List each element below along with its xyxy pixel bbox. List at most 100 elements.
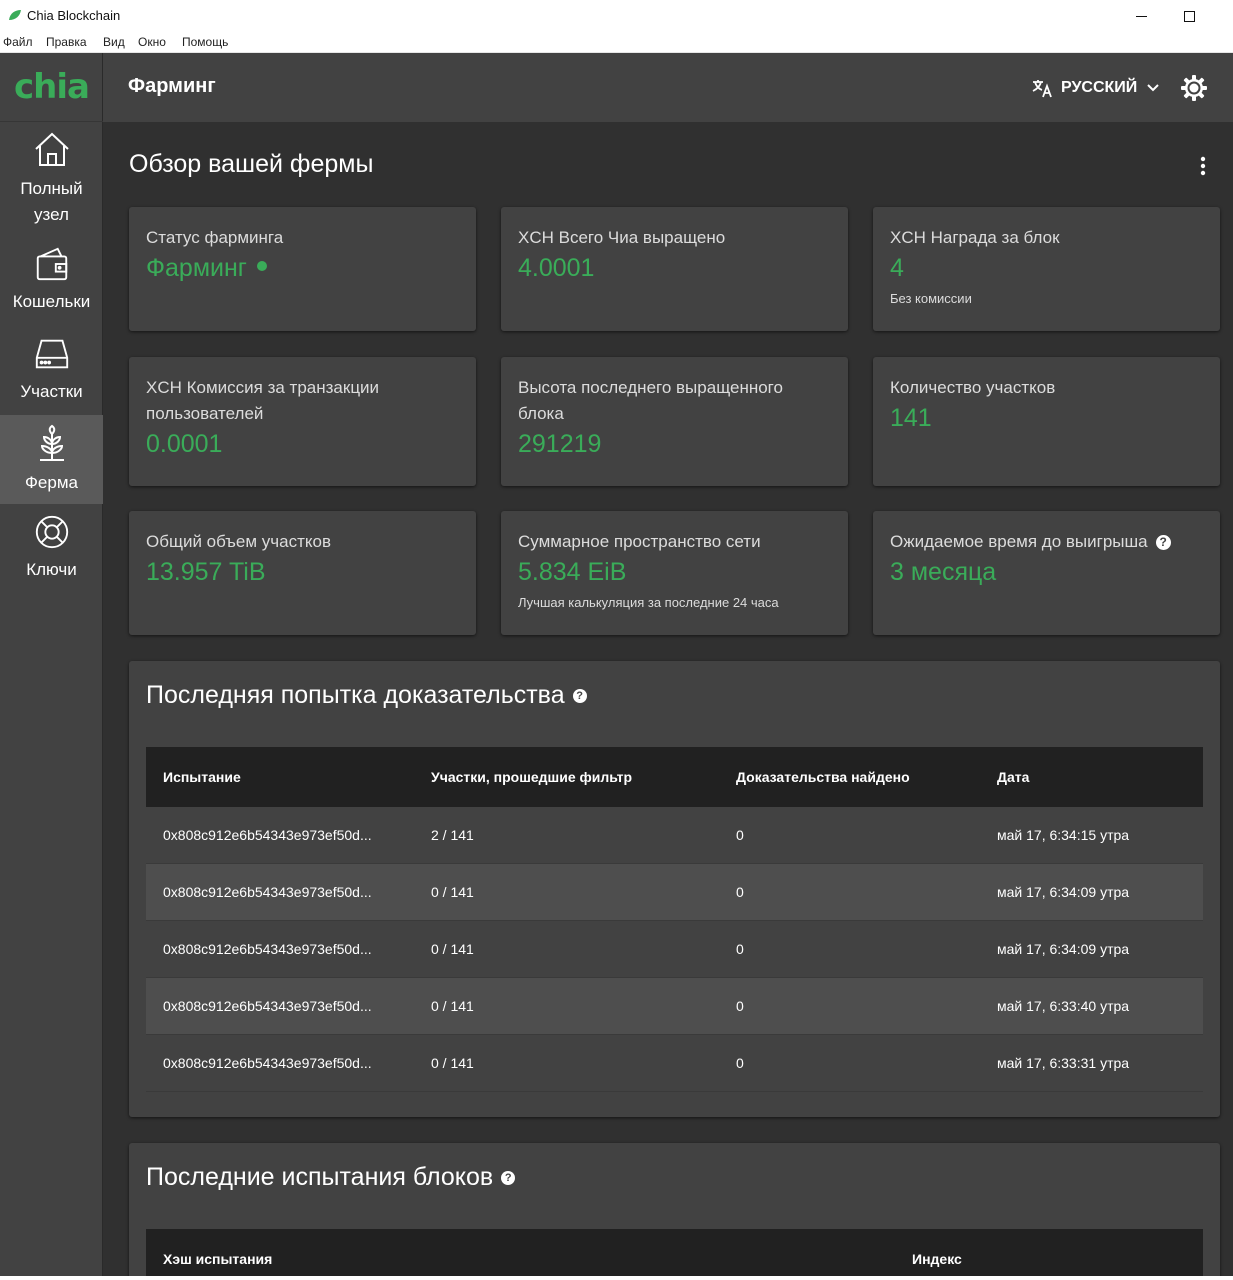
card-user-fees: XCH Комиссия за транзакции пользователей… bbox=[129, 357, 476, 486]
card-value: Фарминг bbox=[146, 251, 459, 285]
last-proofs-panel: Последняя попытка доказательства? Испыта… bbox=[129, 661, 1220, 1117]
card-value: 0.0001 bbox=[146, 430, 223, 458]
card-value: 3 месяца bbox=[890, 558, 997, 586]
card-label: XCH Награда за блок bbox=[890, 228, 1060, 247]
menu-file[interactable]: Файл bbox=[3, 35, 33, 49]
cell-challenge: 0x808c912e6b54343e973ef50d... bbox=[163, 1055, 372, 1071]
table-row: 0x808c912e6b54343e973ef50d... 0 / 141 0 … bbox=[146, 1035, 1203, 1092]
sidebar-item-label: Ключи bbox=[26, 560, 77, 579]
col-date: Дата bbox=[997, 769, 1030, 785]
help-icon[interactable]: ? bbox=[501, 1171, 516, 1186]
card-label: XCH Всего Чиа выращено bbox=[518, 228, 726, 247]
cell-plots-passed: 0 / 141 bbox=[431, 941, 474, 957]
menu-bar: Файл Правка Вид Окно Помощь bbox=[0, 32, 1233, 53]
sidebar-item-farm[interactable]: Ферма bbox=[0, 415, 103, 504]
wallet-icon bbox=[36, 247, 67, 281]
card-label: Ожидаемое время до выигрыша? bbox=[890, 529, 1203, 555]
card-subtitle: Без комиссии bbox=[890, 291, 972, 306]
card-network-space: Суммарное пространство сети 5.834 EiB Лу… bbox=[501, 511, 848, 635]
card-value: 13.957 TiB bbox=[146, 558, 266, 586]
table-header: Испытание Участки, прошедшие фильтр Дока… bbox=[146, 747, 1203, 807]
cell-date: май 17, 6:34:09 утра bbox=[997, 884, 1130, 900]
cell-challenge: 0x808c912e6b54343e973ef50d... bbox=[163, 884, 372, 900]
table-row: 0x808c912e6b54343e973ef50d... 0 / 141 0 … bbox=[146, 864, 1203, 921]
col-index: Индекс bbox=[912, 1251, 962, 1267]
cell-proofs-found: 0 bbox=[736, 998, 744, 1014]
app-header: Фарминг РУССКИЙ bbox=[103, 53, 1233, 122]
cell-challenge: 0x808c912e6b54343e973ef50d... bbox=[163, 998, 372, 1014]
table-header: Хэш испытания Индекс bbox=[146, 1229, 1203, 1276]
chia-logo[interactable]: chia bbox=[0, 53, 103, 122]
col-challenge-hash: Хэш испытания bbox=[163, 1251, 273, 1267]
cell-date: май 17, 6:33:31 утра bbox=[997, 1055, 1130, 1071]
app-root: chia Полный узел Кошельки Участки Ферма bbox=[0, 53, 1233, 1276]
menu-view[interactable]: Вид bbox=[103, 35, 125, 49]
card-label: Количество участков bbox=[890, 378, 1056, 397]
proofs-title-text: Последняя попытка доказательства bbox=[146, 681, 565, 709]
help-icon[interactable]: ? bbox=[1155, 535, 1171, 551]
card-label-text: Ожидаемое время до выигрыша bbox=[890, 532, 1148, 551]
theme-toggle-icon[interactable] bbox=[1180, 74, 1208, 102]
card-total-farmed: XCH Всего Чиа выращено 4.0001 bbox=[501, 207, 848, 331]
sidebar-item-full-node[interactable]: Полный узел bbox=[0, 130, 103, 230]
proofs-title: Последняя попытка доказательства? bbox=[146, 681, 587, 710]
card-total-plot-size: Общий объем участков 13.957 TiB bbox=[129, 511, 476, 635]
sidebar-item-plots[interactable]: Участки bbox=[0, 335, 103, 405]
sidebar: chia Полный узел Кошельки Участки Ферма bbox=[0, 53, 103, 1276]
sidebar-item-label: Кошельки bbox=[12, 292, 91, 311]
status-dot-icon bbox=[256, 261, 267, 272]
sidebar-item-label: Полный узел bbox=[20, 179, 83, 224]
maximize-button[interactable] bbox=[1166, 4, 1212, 28]
col-challenge: Испытание bbox=[163, 769, 241, 785]
keys-lifebuoy-icon bbox=[35, 515, 68, 549]
card-plot-count: Количество участков 141 bbox=[873, 357, 1220, 486]
cell-date: май 17, 6:33:40 утра bbox=[997, 998, 1130, 1014]
card-value: 4.0001 bbox=[518, 254, 595, 282]
help-icon[interactable]: ? bbox=[572, 689, 587, 704]
block-challenges-panel: Последние испытания блоков? Хэш испытани… bbox=[129, 1143, 1220, 1276]
minimize-button[interactable] bbox=[1118, 4, 1164, 28]
more-vert-icon[interactable] bbox=[1193, 154, 1213, 178]
cell-challenge: 0x808c912e6b54343e973ef50d... bbox=[163, 941, 372, 957]
card-last-height: Высота последнего выращенного блока 2912… bbox=[501, 357, 848, 486]
menu-window[interactable]: Окно bbox=[138, 35, 166, 49]
cell-date: май 17, 6:34:15 утра bbox=[997, 827, 1130, 843]
card-value: 4 bbox=[890, 254, 904, 282]
challenges-title: Последние испытания блоков? bbox=[146, 1163, 516, 1192]
card-label: Высота последнего выращенного блока bbox=[518, 378, 783, 423]
challenges-title-text: Последние испытания блоков bbox=[146, 1163, 494, 1191]
card-label: XCH Комиссия за транзакции пользователей bbox=[146, 378, 380, 423]
menu-help[interactable]: Помощь bbox=[182, 35, 228, 49]
overview-title: Обзор вашей фермы bbox=[129, 150, 374, 178]
cell-proofs-found: 0 bbox=[736, 884, 744, 900]
chevron-down-icon bbox=[1147, 84, 1160, 92]
cell-proofs-found: 0 bbox=[736, 827, 744, 843]
logo-text: chia bbox=[14, 67, 90, 107]
language-selector[interactable]: РУССКИЙ bbox=[1031, 75, 1167, 101]
sidebar-item-label: Ферма bbox=[25, 473, 78, 492]
menu-edit[interactable]: Правка bbox=[46, 35, 87, 49]
card-farming-status: Статус фарминга Фарминг bbox=[129, 207, 476, 331]
farm-sprout-icon bbox=[39, 424, 64, 461]
farming-status-value: Фарминг bbox=[146, 254, 247, 282]
main-content: Обзор вашей фермы Статус фарминга Фармин… bbox=[103, 122, 1233, 1276]
cell-date: май 17, 6:34:09 утра bbox=[997, 941, 1130, 957]
cell-challenge: 0x808c912e6b54343e973ef50d... bbox=[163, 827, 372, 843]
cell-plots-passed: 0 / 141 bbox=[431, 884, 474, 900]
card-block-reward: XCH Награда за блок 4 Без комиссии bbox=[873, 207, 1220, 331]
table-row: 0x808c912e6b54343e973ef50d... 0 / 141 0 … bbox=[146, 921, 1203, 978]
maximize-icon bbox=[1183, 10, 1195, 22]
chia-leaf-icon bbox=[9, 10, 21, 20]
window-titlebar: Chia Blockchain bbox=[0, 0, 1233, 32]
cell-plots-passed: 0 / 141 bbox=[431, 998, 474, 1014]
cell-proofs-found: 0 bbox=[736, 941, 744, 957]
sidebar-item-wallets[interactable]: Кошельки bbox=[0, 245, 103, 315]
translate-icon bbox=[1032, 80, 1052, 98]
card-label: Общий объем участков bbox=[146, 532, 331, 551]
sidebar-item-keys[interactable]: Ключи bbox=[0, 513, 103, 583]
card-subtitle: Лучшая калькуляция за последние 24 часа bbox=[518, 595, 779, 610]
col-plots-passed: Участки, прошедшие фильтр bbox=[431, 769, 633, 785]
proofs-table: Испытание Участки, прошедшие фильтр Дока… bbox=[146, 747, 1203, 1092]
card-value: 5.834 EiB bbox=[518, 558, 627, 586]
plot-drive-icon bbox=[35, 339, 68, 369]
